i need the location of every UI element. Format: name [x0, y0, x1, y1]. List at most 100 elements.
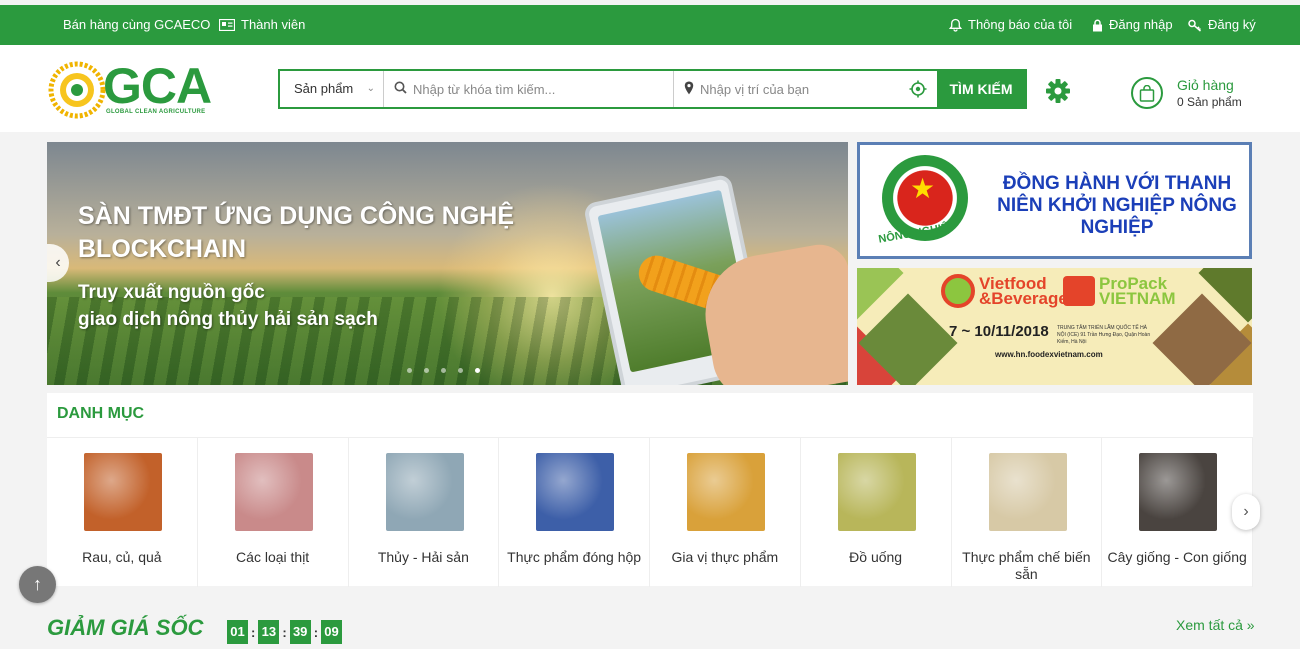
banner-subline-2: giao dịch nông thủy hải sản sạch [78, 309, 378, 330]
slider-dot[interactable] [441, 368, 446, 373]
keyword-input[interactable]: Nhập từ khóa tìm kiếm... [384, 71, 674, 107]
cart-title: Giỏ hàng [1177, 77, 1234, 93]
login-label: Đăng nhập [1109, 17, 1173, 32]
search-bar: Sản phẩm ⌄ Nhập từ khóa tìm kiếm... Nhập… [278, 69, 1027, 109]
category-image [1139, 453, 1218, 531]
category-item[interactable]: Các loại thịt [198, 438, 349, 587]
sell-with-gcaeco-link[interactable]: Bán hàng cùng GCAECO [63, 5, 210, 45]
timer-separator: : [251, 624, 256, 640]
timer-separator: : [313, 624, 319, 640]
category-label: Đồ uống [849, 549, 903, 565]
id-card-icon [219, 19, 235, 31]
flash-sale-title: GIẢM GIÁ SỐC [47, 615, 204, 640]
wheat-wreath-icon [48, 61, 106, 119]
search-category-value: Sản phẩm [294, 81, 354, 96]
box-icon [1063, 276, 1095, 306]
category-item[interactable]: Đồ uống [801, 438, 952, 587]
site-header: GCA GLOBAL CLEAN AGRICULTURE Sản phẩm ⌄ … [0, 45, 1300, 132]
vietfood-logo: Vietfood &Beverage [941, 274, 1068, 308]
expo-dates: 7 ~ 10/11/2018 [949, 323, 1049, 340]
chevron-down-icon: ⌄ [366, 83, 375, 94]
category-item[interactable]: Gia vị thực phẩm [650, 438, 801, 587]
category-label: Cây giống - Con giống [1107, 549, 1247, 565]
slider-dot[interactable] [407, 368, 412, 373]
cart-count: 0 Sản phẩm [1177, 95, 1242, 109]
vietfood-brand: Vietfood &Beverage [979, 274, 1068, 308]
category-item[interactable]: Thủy - Hải sản [349, 438, 500, 587]
category-label: Thực phẩm đóng hộp [507, 549, 642, 565]
category-item[interactable]: Thực phẩm chế biến sẵn [952, 438, 1103, 587]
category-item[interactable]: Thực phẩm đóng hộp [499, 438, 650, 587]
category-item[interactable]: Rau, củ, quả [47, 438, 198, 587]
register-label: Đăng ký [1208, 17, 1256, 32]
location-input[interactable]: Nhập vị trí của bạn [674, 71, 937, 107]
slider-dot[interactable] [424, 368, 429, 373]
register-link[interactable]: Đăng ký [1188, 5, 1256, 45]
member-label: Thành viên [241, 17, 306, 32]
category-label: Gia vị thực phẩm [671, 549, 779, 565]
lock-icon [1092, 19, 1103, 32]
locate-me-icon[interactable] [909, 80, 927, 101]
hero-banner-slider[interactable]: SÀN TMĐT ỨNG DỤNG CÔNG NGHỆ BLOCKCHAIN T… [47, 142, 848, 385]
category-image [837, 453, 916, 531]
category-next-button[interactable]: › [1232, 494, 1260, 530]
category-image [234, 453, 313, 531]
map-pin-icon [684, 81, 694, 98]
category-item[interactable]: Cây giống - Con giống [1102, 438, 1253, 587]
category-list: Rau, củ, quả Các loại thịt Thủy - Hải sản T… [47, 437, 1253, 587]
category-label: Thực phẩm chế biến sẵn [962, 549, 1091, 582]
category-label: Các loại thịt [236, 549, 310, 565]
member-link[interactable]: Thành viên [219, 5, 305, 45]
star-icon: ★ [910, 173, 936, 204]
apple-icon [941, 274, 975, 308]
propack-logo: ProPack VIETNAM [1063, 274, 1176, 308]
notifications-label: Thông báo của tôi [968, 17, 1073, 32]
scroll-to-top-button[interactable]: ↑ [19, 566, 56, 603]
view-all-link[interactable]: Xem tất cả » [1176, 617, 1255, 633]
timer-minutes: 13 [258, 620, 280, 644]
logo-wordmark: GCA [103, 58, 212, 114]
bell-icon [949, 18, 962, 32]
timer-hours: 01 [227, 620, 248, 644]
search-category-select[interactable]: Sản phẩm ⌄ [280, 71, 384, 107]
expo-url: www.hn.foodexvietnam.com [995, 350, 1103, 359]
category-section: DANH MỤC Rau, củ, quả Các loại thịt Thủy -… [47, 393, 1253, 587]
category-image [536, 453, 615, 531]
search-icon [394, 81, 407, 97]
slider-dot[interactable] [458, 368, 463, 373]
slider-dots [407, 368, 480, 373]
side-banner-vietfood-expo[interactable]: Vietfood &Beverage ProPack VIETNAM 7 ~ 1… [857, 268, 1252, 385]
shopping-bag-icon [1131, 77, 1163, 109]
banner-subline-1: Truy xuất nguồn gốc [78, 282, 265, 303]
category-label: Rau, củ, quả [82, 549, 162, 565]
login-link[interactable]: Đăng nhập [1092, 5, 1173, 45]
location-placeholder: Nhập vị trí của bạn [700, 81, 810, 97]
category-image [385, 453, 464, 531]
category-section-title: DANH MỤC [57, 405, 145, 422]
search-button[interactable]: TÌM KIẾM [937, 71, 1025, 107]
timer-separator: : [282, 624, 287, 640]
propack-brand: ProPack VIETNAM [1099, 274, 1176, 308]
timer-seconds: 39 [289, 620, 311, 644]
gca-logo[interactable]: GCA GLOBAL CLEAN AGRICULTURE [48, 59, 213, 121]
notifications-link[interactable]: Thông báo của tôi [949, 5, 1072, 45]
banner-headline: SÀN TMĐT ỨNG DỤNG CÔNG NGHỆ BLOCKCHAIN [78, 202, 515, 263]
cart-widget[interactable]: Giỏ hàng 0 Sản phẩm [1131, 76, 1242, 110]
expo-venue: TRUNG TÂM TRIỂN LÃM QUỐC TẾ HÀ NỘI (ICE)… [1057, 325, 1151, 345]
side-banner-message: ĐỒNG HÀNH VỚI THANH NIÊN KHỞI NGHIỆP NÔN… [997, 173, 1237, 238]
gear-icon[interactable] [1045, 78, 1071, 109]
key-icon [1188, 19, 1202, 32]
banner-subline: Truy xuất nguồn gốc giao dịch nông thủy … [78, 279, 498, 333]
category-image [988, 453, 1067, 531]
slider-prev-button[interactable]: ‹ [47, 244, 69, 282]
category-label: Thủy - Hải sản [377, 549, 469, 565]
countdown-timer: 01 : 13 : 39 : 09 [227, 620, 343, 644]
side-banner-youth-startup[interactable]: ★ NÔNG NGHIỆP ĐỒNG HÀNH VỚI THANH NIÊN K… [857, 142, 1252, 259]
logo-tagline: GLOBAL CLEAN AGRICULTURE [106, 109, 206, 115]
slider-dot[interactable] [475, 368, 480, 373]
category-image [84, 453, 162, 531]
timer-frames: 09 [321, 620, 343, 644]
top-bar: Bán hàng cùng GCAECO Thành viên Thông bá… [0, 5, 1300, 45]
sell-with-gcaeco-label: Bán hàng cùng GCAECO [63, 17, 211, 32]
category-image [687, 453, 765, 531]
